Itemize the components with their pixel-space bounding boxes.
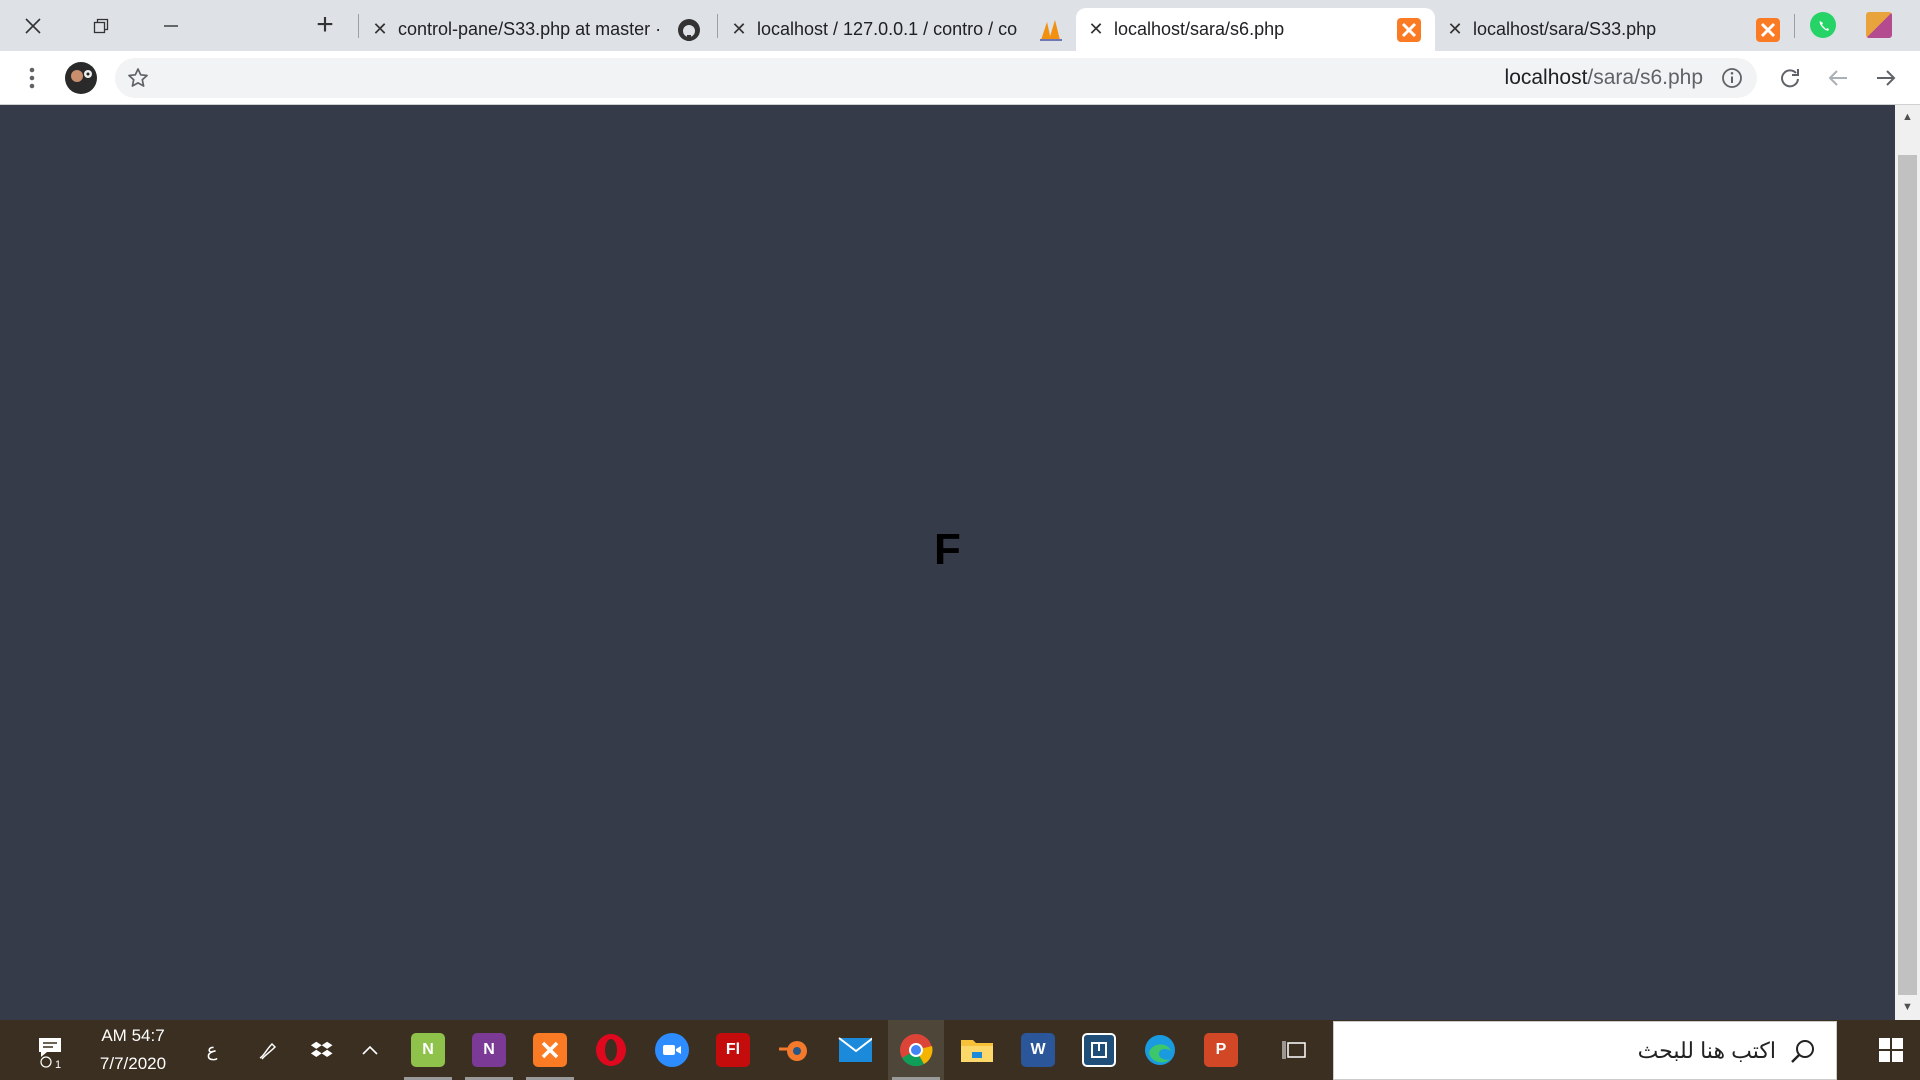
reload-button[interactable] [1770,51,1810,105]
xampp-icon [533,1033,567,1067]
chevron-up-icon [362,1045,378,1055]
tab-title: localhost/sara/S33.php [1473,19,1657,39]
folder-icon [960,1033,994,1067]
xampp-icon [1397,17,1421,42]
mail-icon [838,1033,872,1067]
scroll-up-arrow[interactable]: ▲ [1895,107,1920,127]
taskbar-app-xampp[interactable] [522,1020,578,1080]
taskbar-app-file-explorer[interactable] [949,1020,1005,1080]
url-host: localhost [1504,66,1588,89]
flash-icon: Fl [716,1033,750,1067]
tab-separator [358,14,359,38]
extension-icon[interactable] [1866,12,1892,38]
tab-s6[interactable]: ✕ localhost/sara/s6.php [1076,8,1435,51]
github-icon [677,18,701,42]
app-box-icon [1082,1033,1116,1067]
browser-toolbar: localhost/sara/s6.php [0,51,1920,105]
page-content: F [0,105,1895,1020]
window-close-button[interactable] [0,0,66,51]
pen-workspace-button[interactable] [240,1020,296,1080]
taskbar-app-chrome[interactable] [888,1020,944,1080]
taskbar-app-notepad-plus[interactable]: N [400,1020,456,1080]
taskbar-app-blender[interactable] [766,1020,822,1080]
input-language-indicator[interactable]: ع [184,1020,240,1080]
xampp-icon [1756,17,1780,42]
scroll-down-arrow[interactable]: ▼ [1895,997,1920,1017]
taskbar-app-powerpoint[interactable]: P [1193,1020,1249,1080]
tab-phpmyadmin[interactable]: ✕ localhost / 127.0.0.1 / contro / co [719,8,1076,51]
tab-s33[interactable]: ✕ localhost/sara/S33.php [1435,8,1794,51]
window-restore-button[interactable] [68,0,134,51]
taskbar-app-box[interactable] [1071,1020,1127,1080]
taskbar-app-zoom[interactable] [644,1020,700,1080]
tab-separator [717,14,718,38]
bookmark-star-icon[interactable] [123,58,153,98]
blender-icon [777,1033,811,1067]
reload-icon [1781,69,1799,88]
edge-icon [1143,1033,1177,1067]
taskbar-app-opera[interactable] [583,1020,639,1080]
tab-title: localhost / 127.0.0.1 / contro / co [757,19,1018,39]
search-placeholder: اكتب هنا للبحث [1637,1037,1776,1063]
tab-title: localhost/sara/s6.php [1114,19,1285,39]
tab-title: control-pane/S33.php at master · [398,19,662,39]
tab-close-icon[interactable]: ✕ [1447,19,1463,40]
minimize-icon [164,24,178,27]
zoom-icon [655,1033,689,1067]
tab-close-icon[interactable]: ✕ [731,19,747,40]
site-info-icon[interactable] [1719,58,1745,98]
omnibox[interactable]: localhost/sara/s6.php [115,58,1757,98]
task-view-button[interactable] [1266,1020,1322,1080]
window-minimize-button[interactable] [138,0,204,51]
search-icon [1791,1039,1814,1063]
avatar [65,62,97,94]
tab-separator [1794,14,1795,38]
kebab-menu-icon [29,67,35,89]
pen-icon [259,1042,277,1060]
arrow-right-icon [1877,70,1896,86]
opera-icon [594,1033,628,1067]
taskbar-app-flash[interactable]: Fl [705,1020,761,1080]
address-bar-url[interactable]: localhost/sara/s6.php [1505,58,1703,98]
word-icon: W [1021,1033,1055,1067]
url-path: /sara/s6.php [1587,66,1703,89]
new-tab-button[interactable]: + [305,8,345,42]
browser-menu-button[interactable] [12,51,52,105]
chrome-icon [899,1033,933,1067]
taskbar-search-box[interactable]: اكتب هنا للبحث [1333,1021,1837,1080]
phpmyadmin-icon [1038,18,1062,42]
tab-close-icon[interactable]: ✕ [1088,19,1104,40]
task-view-icon [1282,1041,1306,1059]
back-button[interactable] [1818,51,1858,105]
tab-close-icon[interactable]: ✕ [372,19,388,40]
onenote-icon: N [472,1033,506,1067]
page-letter: F [934,525,961,574]
notification-count: 1 [55,1059,62,1071]
taskbar-app-onenote[interactable]: N [461,1020,517,1080]
dropbox-icon [310,1041,333,1057]
clock-time: AM 54:7 [101,1026,165,1045]
action-center-button[interactable]: 1 [22,1020,78,1080]
clock-date: 7/7/2020 [99,1054,167,1073]
restore-icon [93,18,109,33]
close-icon [25,17,41,34]
taskbar-app-word[interactable]: W [1010,1020,1066,1080]
forward-button[interactable] [1866,51,1906,105]
taskbar-app-edge[interactable] [1132,1020,1188,1080]
powerpoint-icon: P [1204,1033,1238,1067]
start-button[interactable] [1862,1020,1920,1080]
scrollbar-thumb[interactable] [1898,155,1917,995]
tab-strip: + ✕ control-pane/S33.php at master · ✕ l… [0,0,1920,51]
arrow-left-icon [1828,70,1847,86]
windows-logo-icon [1879,1038,1903,1062]
tab-github[interactable]: ✕ control-pane/S33.php at master · [360,8,715,51]
whatsapp-icon[interactable] [1810,12,1836,38]
show-hidden-icons-button[interactable] [342,1020,398,1080]
notepad-plus-icon: N [411,1033,445,1067]
system-clock[interactable]: AM 54:7 7/7/2020 [78,1020,188,1080]
taskbar-app-mail[interactable] [827,1020,883,1080]
profile-button[interactable] [61,51,101,105]
